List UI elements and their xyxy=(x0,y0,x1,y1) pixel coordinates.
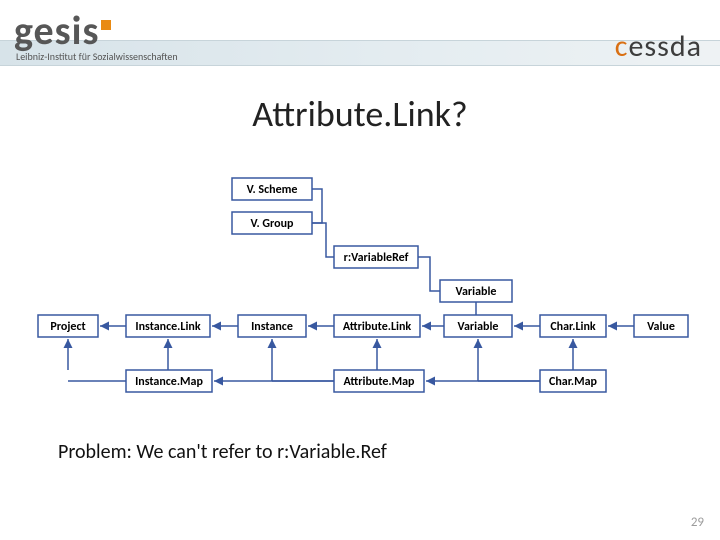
node-rvariableref: r:VariableRef xyxy=(334,246,418,268)
svg-text:V. Scheme: V. Scheme xyxy=(247,183,298,197)
svg-text:Value: Value xyxy=(647,320,675,334)
node-attributelink: Attribute.Link xyxy=(334,315,420,337)
slide: gesis Leibniz-Institut für Sozialwissens… xyxy=(0,0,720,540)
svg-text:Instance.Map: Instance.Map xyxy=(135,375,203,389)
node-attributemap: Attribute.Map xyxy=(334,370,424,392)
svg-text:Char.Link: Char.Link xyxy=(550,320,596,334)
node-project: Project xyxy=(38,315,98,337)
node-charmap: Char.Map xyxy=(540,370,606,392)
node-value: Value xyxy=(634,315,688,337)
svg-text:Variable: Variable xyxy=(456,285,497,299)
svg-text:Variable: Variable xyxy=(458,320,499,334)
node-variable-row: Variable xyxy=(444,315,512,337)
node-variable-top: Variable xyxy=(440,280,512,302)
node-vscheme: V. Scheme xyxy=(232,178,312,200)
svg-text:Attribute.Link: Attribute.Link xyxy=(343,320,412,334)
svg-text:r:VariableRef: r:VariableRef xyxy=(344,251,409,265)
svg-text:Char.Map: Char.Map xyxy=(549,375,598,389)
svg-text:Instance.Link: Instance.Link xyxy=(135,320,200,334)
node-charlink: Char.Link xyxy=(540,315,606,337)
slide-number: 29 xyxy=(691,515,704,530)
svg-text:Attribute.Map: Attribute.Map xyxy=(344,375,416,389)
node-instancemap: Instance.Map xyxy=(126,370,212,392)
svg-text:V. Group: V. Group xyxy=(251,217,295,231)
svg-text:Project: Project xyxy=(50,320,85,334)
problem-text: Problem: We can't refer to r:Variable.Re… xyxy=(58,440,387,464)
node-instance: Instance xyxy=(238,315,306,337)
node-vgroup: V. Group xyxy=(232,212,312,234)
node-instancelink: Instance.Link xyxy=(126,315,210,337)
svg-text:Instance: Instance xyxy=(251,320,293,334)
